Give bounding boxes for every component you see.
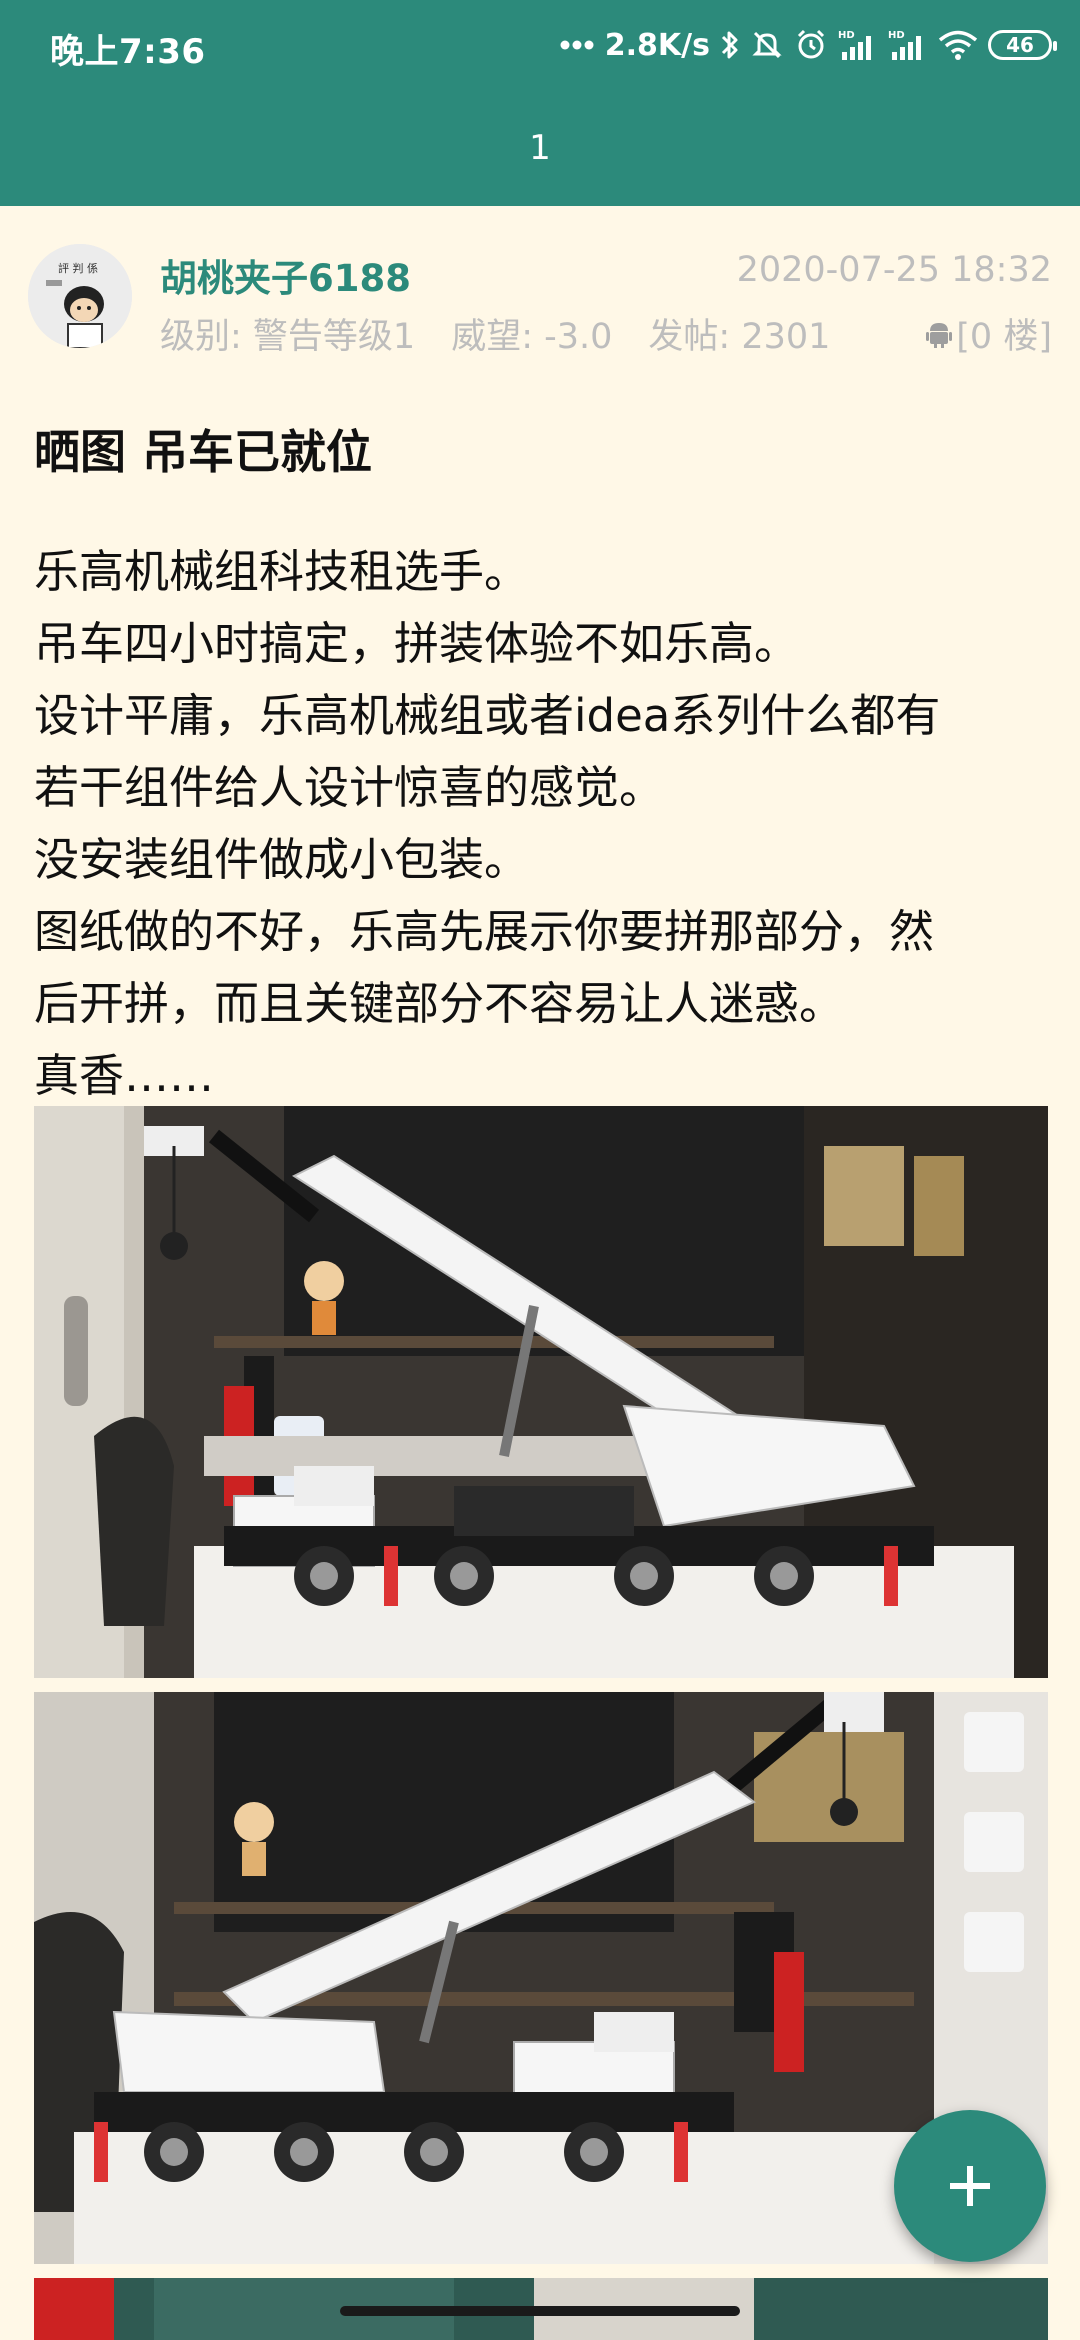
post-image[interactable] bbox=[34, 1106, 1048, 1678]
plus-icon bbox=[950, 2166, 990, 2206]
more-dots-icon bbox=[560, 40, 594, 50]
alarm-icon bbox=[797, 29, 825, 59]
post-title: 晒图 吊车已就位 bbox=[34, 425, 373, 479]
post-body-line: 图纸做的不好，乐高先展示你要拼那部分，然 bbox=[34, 905, 935, 958]
author-name[interactable]: 胡桃夹子6188 bbox=[160, 248, 411, 302]
status-time: 晚上7:36 bbox=[50, 32, 206, 72]
app-bar: 晚上7:36 2.8K/s HD HD 46 1 bbox=[0, 0, 1080, 206]
post-body-line: 真香…… bbox=[34, 1049, 215, 1102]
svg-text:HD: HD bbox=[888, 30, 905, 41]
post-body-line: 设计平庸，乐高机械组或者idea系列什么都有 bbox=[34, 689, 941, 742]
wifi-icon bbox=[938, 30, 978, 60]
page-indicator: 1 bbox=[529, 128, 551, 168]
add-reply-button[interactable] bbox=[894, 2110, 1046, 2262]
post-body-line: 后开拼，而且关键部分不容易让人迷惑。 bbox=[34, 977, 845, 1030]
network-speed: 2.8K/s bbox=[604, 27, 710, 63]
status-bar: 晚上7:36 2.8K/s HD HD 46 bbox=[0, 0, 1080, 92]
svg-text:HD: HD bbox=[838, 30, 855, 41]
home-indicator[interactable] bbox=[340, 2306, 740, 2316]
post-header: 評 判 係 胡桃夹子6188 2020-07-25 18:32 级别: 警告等级… bbox=[0, 206, 1080, 376]
hd-signal-icon: HD bbox=[888, 30, 921, 60]
post-body-line: 若干组件给人设计惊喜的感觉。 bbox=[34, 761, 665, 814]
author-post-count: 发帖: 2301 bbox=[648, 317, 831, 357]
author-prestige: 威望: -3.0 bbox=[451, 317, 613, 357]
android-icon bbox=[926, 322, 953, 348]
hd-signal-icon: HD bbox=[838, 30, 871, 60]
floor-info: [0 楼] bbox=[926, 308, 1052, 359]
status-icons: 2.8K/s HD HD 46 bbox=[559, 20, 1057, 70]
mute-icon bbox=[752, 31, 782, 59]
post-body-line: 吊车四小时搞定，拼装体验不如乐高。 bbox=[34, 617, 800, 670]
author-level: 级别: 警告等级1 bbox=[160, 317, 416, 357]
avatar[interactable]: 評 判 係 bbox=[28, 244, 132, 348]
post-timestamp: 2020-07-25 18:32 bbox=[736, 250, 1052, 290]
svg-text:評 判 係: 評 判 係 bbox=[58, 261, 98, 275]
post-body-line: 乐高机械组科技租选手。 bbox=[34, 545, 530, 598]
floor-number: [0 楼] bbox=[956, 317, 1052, 357]
crane-photo-1 bbox=[34, 1106, 1048, 1678]
avatar-image: 評 判 係 bbox=[28, 244, 132, 348]
battery-level: 46 bbox=[1006, 33, 1034, 57]
post-body-line: 没安装组件做成小包装。 bbox=[34, 833, 530, 886]
author-meta: 级别: 警告等级1 威望: -3.0 发帖: 2301 [0 楼] bbox=[160, 308, 1052, 359]
post-body: 乐高机械组科技租选手。 吊车四小时搞定，拼装体验不如乐高。 设计平庸，乐高机械组… bbox=[34, 536, 1044, 1112]
battery-icon: 46 bbox=[988, 30, 1057, 60]
bluetooth-icon bbox=[721, 31, 738, 59]
